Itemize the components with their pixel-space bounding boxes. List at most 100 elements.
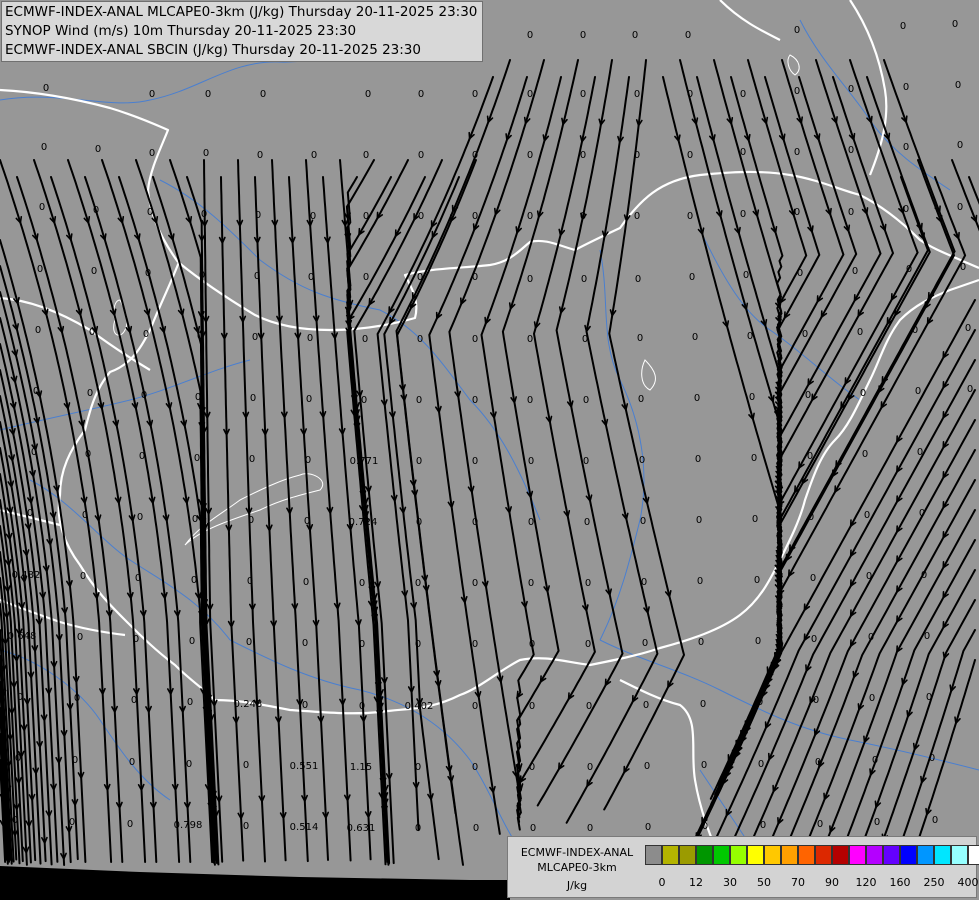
sbcin-value: 0	[794, 147, 800, 158]
legend-swatch	[866, 845, 883, 865]
sbcin-value: 0	[862, 449, 868, 460]
sbcin-value: 0	[645, 822, 651, 833]
sbcin-value: 0	[637, 333, 643, 344]
sbcin-value: 0	[805, 390, 811, 401]
sbcin-value: 0	[583, 395, 589, 406]
sbcin-value: 0	[585, 578, 591, 589]
sbcin-value: 0	[807, 451, 813, 462]
sbcin-value: 0	[906, 264, 912, 275]
sbcin-value: 0	[472, 456, 478, 467]
sbcin-value: 0	[365, 89, 371, 100]
sbcin-value: 0.724	[349, 517, 378, 528]
sbcin-value: 0	[582, 334, 588, 345]
sbcin-value: 0	[35, 325, 41, 336]
legend-swatch	[917, 845, 934, 865]
legend-swatch	[849, 845, 866, 865]
sbcin-value: 0	[305, 455, 311, 466]
color-legend: ECMWF-INDEX-ANAL MLCAPE0-3km J/kg 0 12 30 5…	[507, 836, 979, 898]
sbcin-value: 0	[308, 272, 314, 283]
sbcin-value: 0	[860, 388, 866, 399]
legend-title: ECMWF-INDEX-ANAL MLCAPE0-3km	[512, 845, 642, 875]
sbcin-value: 0	[418, 89, 424, 100]
sbcin-value: 0	[580, 211, 586, 222]
sbcin-value: 0	[416, 517, 422, 528]
sbcin-value: 0	[701, 760, 707, 771]
sbcin-value: 0	[195, 392, 201, 403]
sbcin-value: 0	[41, 142, 47, 153]
sbcin-value: 0	[757, 697, 763, 708]
sbcin-value: 1.15	[350, 762, 372, 773]
sbcin-value: 0	[416, 395, 422, 406]
sbcin-value: 0	[89, 327, 95, 338]
sbcin-value: 0	[692, 332, 698, 343]
sbcin-value: 0	[957, 202, 963, 213]
sbcin-value: 0	[848, 84, 854, 95]
sbcin-value: 0	[864, 510, 870, 521]
sbcin-value: 0	[848, 207, 854, 218]
title-synop-wind: SYNOP Wind (m/s) 10m Thursday 20-11-2025…	[5, 23, 357, 39]
sbcin-value: 0	[415, 762, 421, 773]
sbcin-value: 0.631	[347, 823, 376, 834]
legend-swatch	[679, 845, 696, 865]
sbcin-value: 0	[472, 150, 478, 161]
sbcin-value: 0	[585, 639, 591, 650]
sbcin-value: 0	[743, 270, 749, 281]
sbcin-value: 0	[932, 815, 938, 826]
legend-title-line1: ECMWF-INDEX-ANAL	[520, 846, 634, 859]
sbcin-value: 0	[186, 759, 192, 770]
legend-tick: 160	[889, 876, 911, 889]
sbcin-value: 0	[137, 512, 143, 523]
sbcin-value: 0	[760, 820, 766, 831]
sbcin-value: 0	[811, 634, 817, 645]
sbcin-value: 0	[900, 21, 906, 32]
sbcin-value: 0	[361, 395, 367, 406]
sbcin-value: 0	[957, 140, 963, 151]
sbcin-value: 0	[363, 272, 369, 283]
sbcin-value: 0	[472, 762, 478, 773]
sbcin-value: 0	[304, 516, 310, 527]
sbcin-value: 0	[635, 274, 641, 285]
legend-swatch	[832, 845, 849, 865]
sbcin-value: 0	[528, 517, 534, 528]
sbcin-value: 0	[917, 447, 923, 458]
title-sbcin: ECMWF-INDEX-ANAL SBCIN (J/kg) Thursday 2…	[5, 42, 421, 58]
sbcin-value: 0	[527, 89, 533, 100]
sbcin-value: 0	[149, 148, 155, 159]
sbcin-value: 0	[359, 639, 365, 650]
sbcin-value: 0	[307, 333, 313, 344]
sbcin-value: 0	[145, 268, 151, 279]
legend-swatch	[968, 845, 979, 865]
sbcin-value: 0	[634, 150, 640, 161]
sbcin-value: 0	[528, 578, 534, 589]
sbcin-value: 0	[857, 327, 863, 338]
sbcin-value: 0	[752, 514, 758, 525]
sbcin-value: 0	[311, 150, 317, 161]
sbcin-value: 0	[12, 815, 18, 826]
sbcin-value: 0	[257, 150, 263, 161]
legend-tick: 90	[825, 876, 839, 889]
sbcin-value: 0	[960, 262, 966, 273]
sbcin-value: 0	[306, 394, 312, 405]
sbcin-value: 0	[580, 150, 586, 161]
sbcin-value: 0	[472, 517, 478, 528]
sbcin-value: 0	[696, 515, 702, 526]
sbcin-value: 0	[754, 575, 760, 586]
sbcin-value: 0	[755, 636, 761, 647]
legend-tick: 70	[791, 876, 805, 889]
sbcin-value: 0	[418, 211, 424, 222]
sbcin-value: 0	[80, 571, 86, 582]
sbcin-value: 0	[417, 272, 423, 283]
sbcin-value: 0	[85, 449, 91, 460]
sbcin-value: 0	[634, 89, 640, 100]
sbcin-value: 0	[642, 638, 648, 649]
sbcin-value: 0	[965, 323, 971, 334]
sbcin-value: 0	[580, 89, 586, 100]
legend-tick: 50	[757, 876, 771, 889]
sbcin-value: 0	[687, 211, 693, 222]
title-box: ECMWF-INDEX-ANAL MLCAPE0-3km (J/kg) Thur…	[1, 1, 483, 62]
legend-swatch	[696, 845, 713, 865]
sbcin-value: 0	[797, 268, 803, 279]
sbcin-value: 0	[129, 757, 135, 768]
sbcin-value: 0	[529, 762, 535, 773]
sbcin-value: 0	[740, 89, 746, 100]
